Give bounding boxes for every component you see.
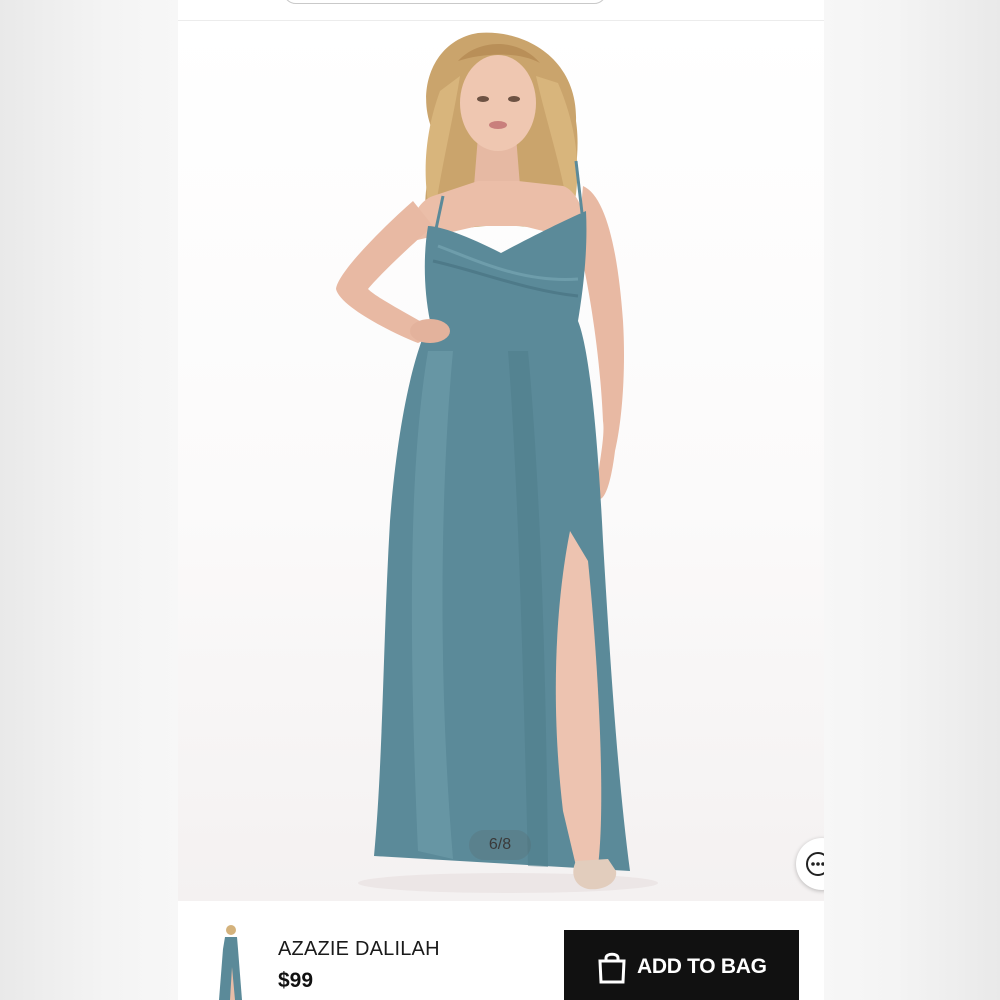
top-bar (178, 0, 824, 21)
product-image-gallery[interactable]: 6/8 (178, 21, 824, 901)
sticky-purchase-bar: AZAZIE DALILAH $99 ADD TO BAG (178, 905, 824, 1000)
add-to-bag-button[interactable]: ADD TO BAG (564, 930, 799, 1000)
more-options-button[interactable] (796, 838, 824, 890)
dress-thumbnail (210, 923, 250, 1000)
shopping-bag-icon (596, 950, 628, 987)
image-counter: 6/8 (469, 830, 531, 860)
search-bar[interactable] (283, 0, 607, 4)
product-photo (336, 32, 658, 893)
add-to-bag-label: ADD TO BAG (637, 955, 767, 978)
more-options-icon (806, 852, 824, 876)
product-price: $99 (278, 969, 314, 992)
left-backdrop (0, 0, 178, 1000)
product-name: AZAZIE DALILAH (278, 938, 440, 960)
product-page: 6/8 AZAZIE DALILAH $99 ADD TO BAG (178, 0, 824, 1000)
right-backdrop (824, 0, 1000, 1000)
